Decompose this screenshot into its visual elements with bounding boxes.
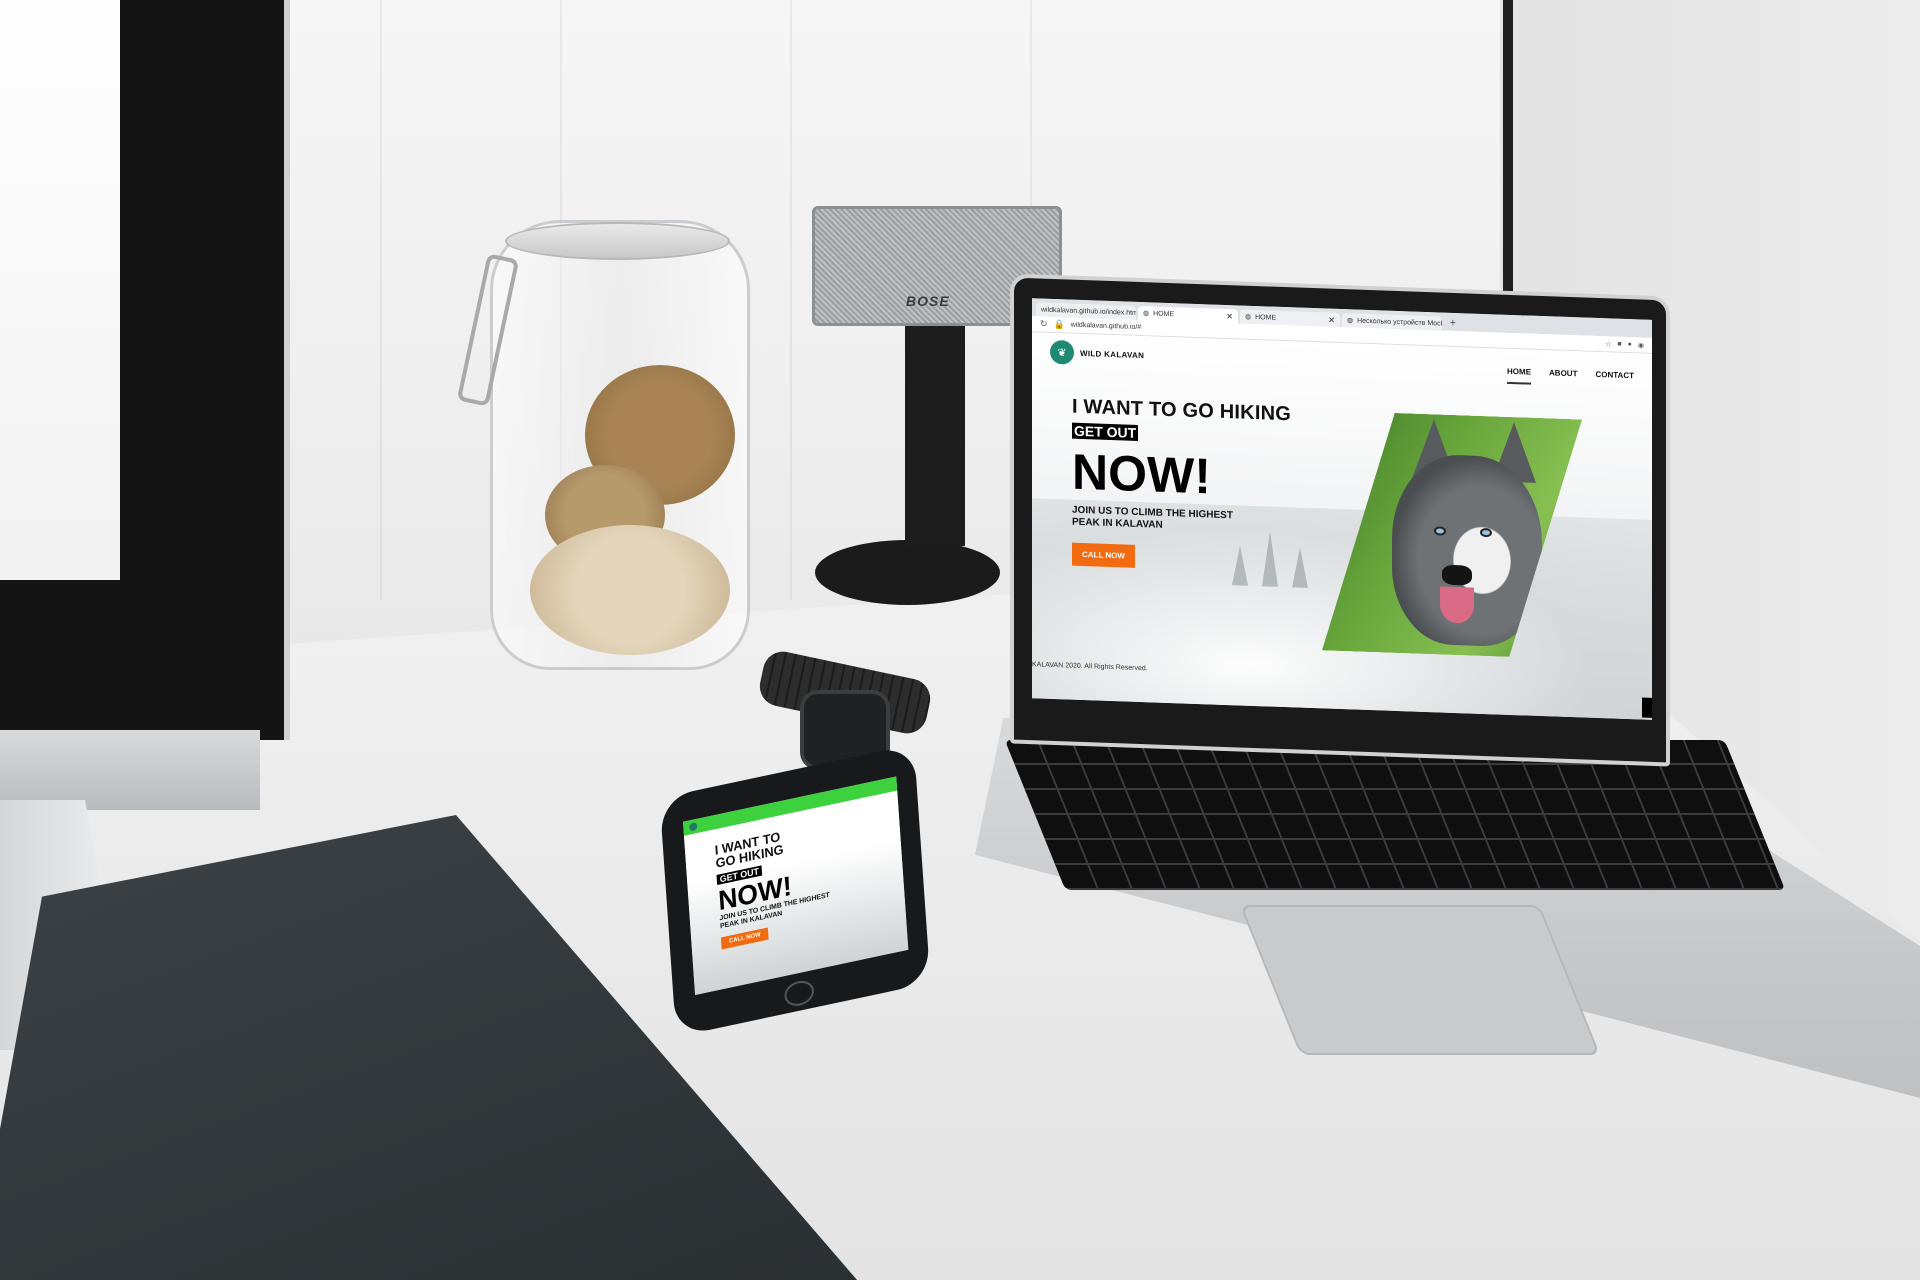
speaker-neck (905, 326, 965, 546)
wall-edge (1503, 0, 1513, 300)
hero-title: I WANT TO GO HIKING (1072, 395, 1291, 426)
laptop-screen: wildkalavan.github.io/index.htm ✕ ◍ HOME… (1032, 298, 1652, 720)
extension-icon[interactable]: ◉ (1638, 341, 1644, 349)
site-nav: HOME ABOUT CONTACT (1507, 366, 1634, 387)
logo-leaf-icon (689, 821, 698, 832)
globe-icon: ◍ (1245, 313, 1252, 321)
phone-hero-title: I WANT TO GO HIKING (714, 828, 785, 871)
tab-label: wildkalavan.github.io/index.htm (1041, 306, 1136, 317)
globe-icon: ◍ (1143, 310, 1150, 318)
extension-icons: ☆ ■ ● ◉ (1605, 340, 1644, 349)
nav-about[interactable]: ABOUT (1549, 368, 1577, 386)
close-icon[interactable]: ✕ (1226, 312, 1233, 321)
site-brand[interactable]: WILD KALAVAN (1080, 348, 1144, 359)
hero-pill: GET OUT (1072, 422, 1139, 441)
lock-icon: 🔒 (1053, 318, 1065, 330)
phone-screen: I WANT TO GO HIKING GET OUT NOW! JOIN US… (682, 776, 909, 996)
tab-label: HOME (1153, 309, 1175, 318)
extension-icon[interactable]: ■ (1617, 340, 1621, 348)
tab-label: HOME (1255, 313, 1277, 322)
reload-icon[interactable]: ↻ (1040, 319, 1048, 330)
cookie (530, 525, 730, 655)
website-viewport: ❦ WILD KALAVAN HOME ABOUT CONTACT I WANT… (1032, 332, 1652, 720)
desk-scene: BOSE I WANT TO GO HIKING GET OUT NOW! JO… (0, 0, 1920, 1280)
speaker-base (815, 540, 1000, 605)
jar-lid (505, 222, 730, 260)
phone-home-button[interactable] (783, 978, 815, 1009)
corner-widget[interactable] (1642, 697, 1652, 718)
laptop-trackpad (1239, 905, 1601, 1055)
tab-label: Несколько устройств Mockups (1357, 317, 1442, 328)
speaker-logo: BOSE (906, 293, 950, 309)
imac-monitor (0, 0, 290, 740)
new-tab-button[interactable]: + (1444, 318, 1462, 332)
imac-chin (0, 730, 260, 810)
hero-now: NOW! (1072, 443, 1211, 505)
nav-home[interactable]: HOME (1507, 366, 1532, 385)
star-icon[interactable]: ☆ (1605, 340, 1611, 348)
logo-leaf-icon[interactable]: ❦ (1050, 339, 1074, 365)
hero-section: I WANT TO GO HIKING GET OUT NOW! JOIN US… (1072, 396, 1291, 574)
call-now-button[interactable]: CALL NOW (1072, 542, 1135, 568)
extension-icon[interactable]: ● (1628, 341, 1632, 349)
phone-call-now-button[interactable]: CALL NOW (720, 927, 769, 950)
close-icon[interactable]: ✕ (1328, 315, 1335, 324)
globe-icon: ◍ (1347, 317, 1354, 325)
laptop-lid: wildkalavan.github.io/index.htm ✕ ◍ HOME… (1010, 273, 1670, 767)
imac-screen (0, 0, 120, 580)
nav-contact[interactable]: CONTACT (1595, 369, 1634, 387)
hero-subtitle: JOIN US TO CLIMB THE HIGHEST PEAK IN KAL… (1072, 504, 1233, 531)
